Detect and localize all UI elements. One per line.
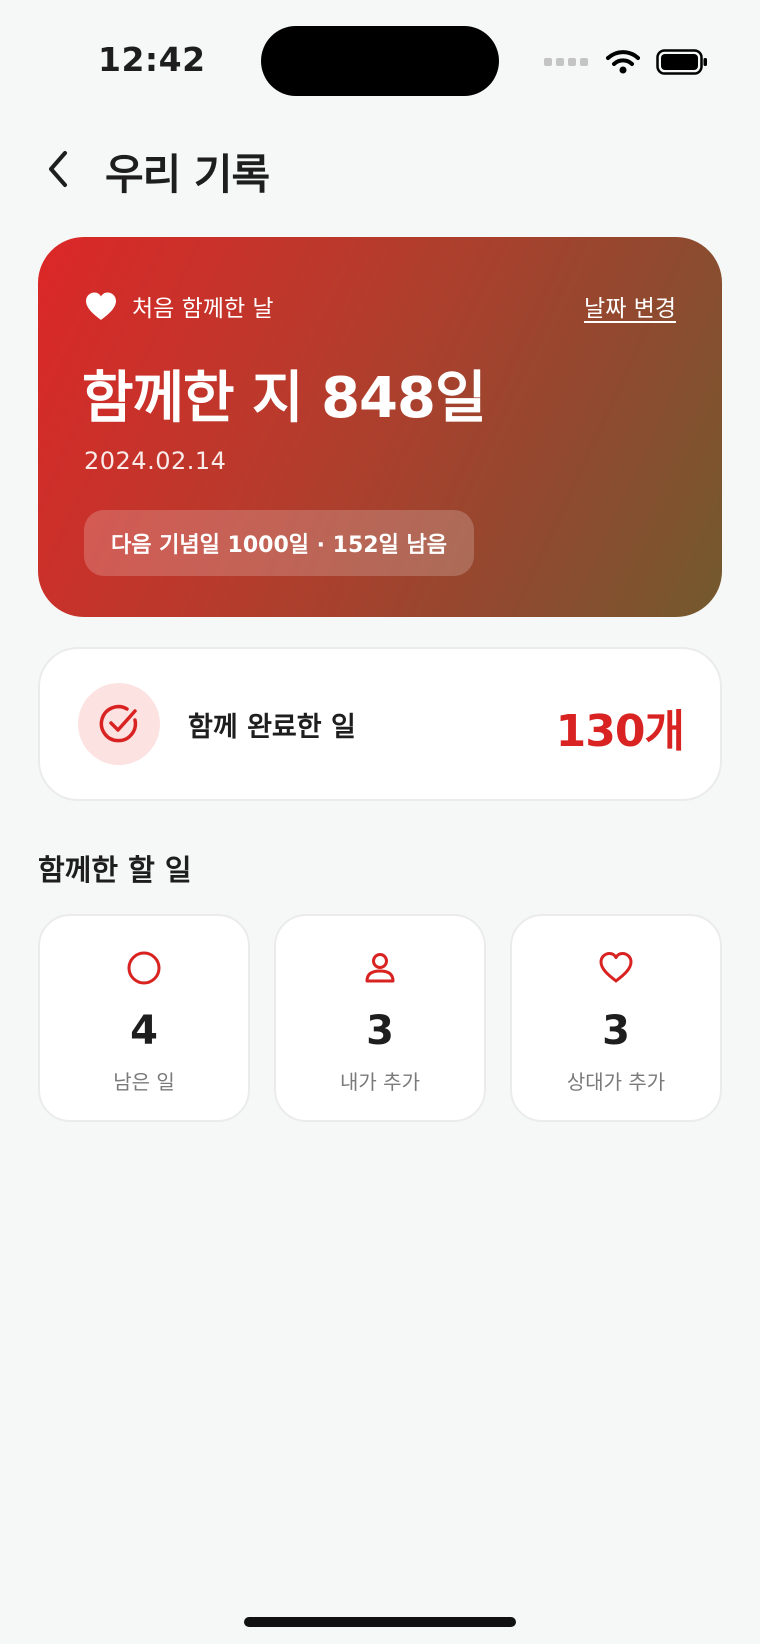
- cellular-signal-icon: [544, 58, 588, 66]
- next-anniversary-badge: 다음 기념일 1000일 · 152일 남음: [84, 510, 474, 576]
- chevron-left-icon: [49, 151, 67, 187]
- battery-icon: [656, 49, 707, 75]
- circle-icon: [40, 950, 248, 986]
- stat-card-partner[interactable]: 3 상대가 추가: [510, 914, 722, 1122]
- dynamic-island: [261, 26, 499, 96]
- completed-tasks-card[interactable]: 함께 완료한 일 130개: [38, 647, 722, 801]
- anniversary-card: 처음 함께한 날 날짜 변경 함께한 지 848일 2024.02.14 다음 …: [38, 237, 722, 617]
- section-title: 함께한 할 일: [38, 853, 192, 887]
- stat-value: 3: [602, 1008, 630, 1054]
- change-date-link[interactable]: 날짜 변경: [584, 289, 676, 323]
- stat-label: 남은 일: [113, 1070, 175, 1094]
- stat-value: 3: [366, 1008, 394, 1054]
- back-button[interactable]: [36, 144, 80, 194]
- app-screen: 12:42 우리 기록 처음 함께한 날 날짜 변경 함께한 지 848일 20…: [0, 0, 760, 1644]
- stat-label: 내가 추가: [340, 1070, 420, 1094]
- stat-label: 상대가 추가: [566, 1070, 666, 1094]
- start-date: 2024.02.14: [84, 447, 227, 475]
- page-title: 우리 기록: [105, 150, 270, 199]
- stat-card-mine[interactable]: 3 내가 추가: [274, 914, 486, 1122]
- home-indicator[interactable]: [244, 1617, 516, 1627]
- heart-icon: [86, 292, 116, 320]
- first-day-label: 처음 함께한 날: [132, 296, 274, 322]
- days-together: 함께한 지 848일: [82, 366, 486, 431]
- status-icons: [544, 44, 708, 80]
- completed-label: 함께 완료한 일: [188, 712, 356, 743]
- completed-count: 130개: [555, 706, 685, 757]
- status-time: 12:42: [98, 40, 206, 79]
- heart-outline-icon: [512, 950, 720, 986]
- first-day-label-row: 처음 함께한 날: [84, 289, 274, 323]
- check-circle-icon: [78, 683, 160, 765]
- wifi-icon: [606, 50, 640, 74]
- stat-value: 4: [130, 1008, 158, 1054]
- person-icon: [276, 950, 484, 986]
- stat-card-remaining[interactable]: 4 남은 일: [38, 914, 250, 1122]
